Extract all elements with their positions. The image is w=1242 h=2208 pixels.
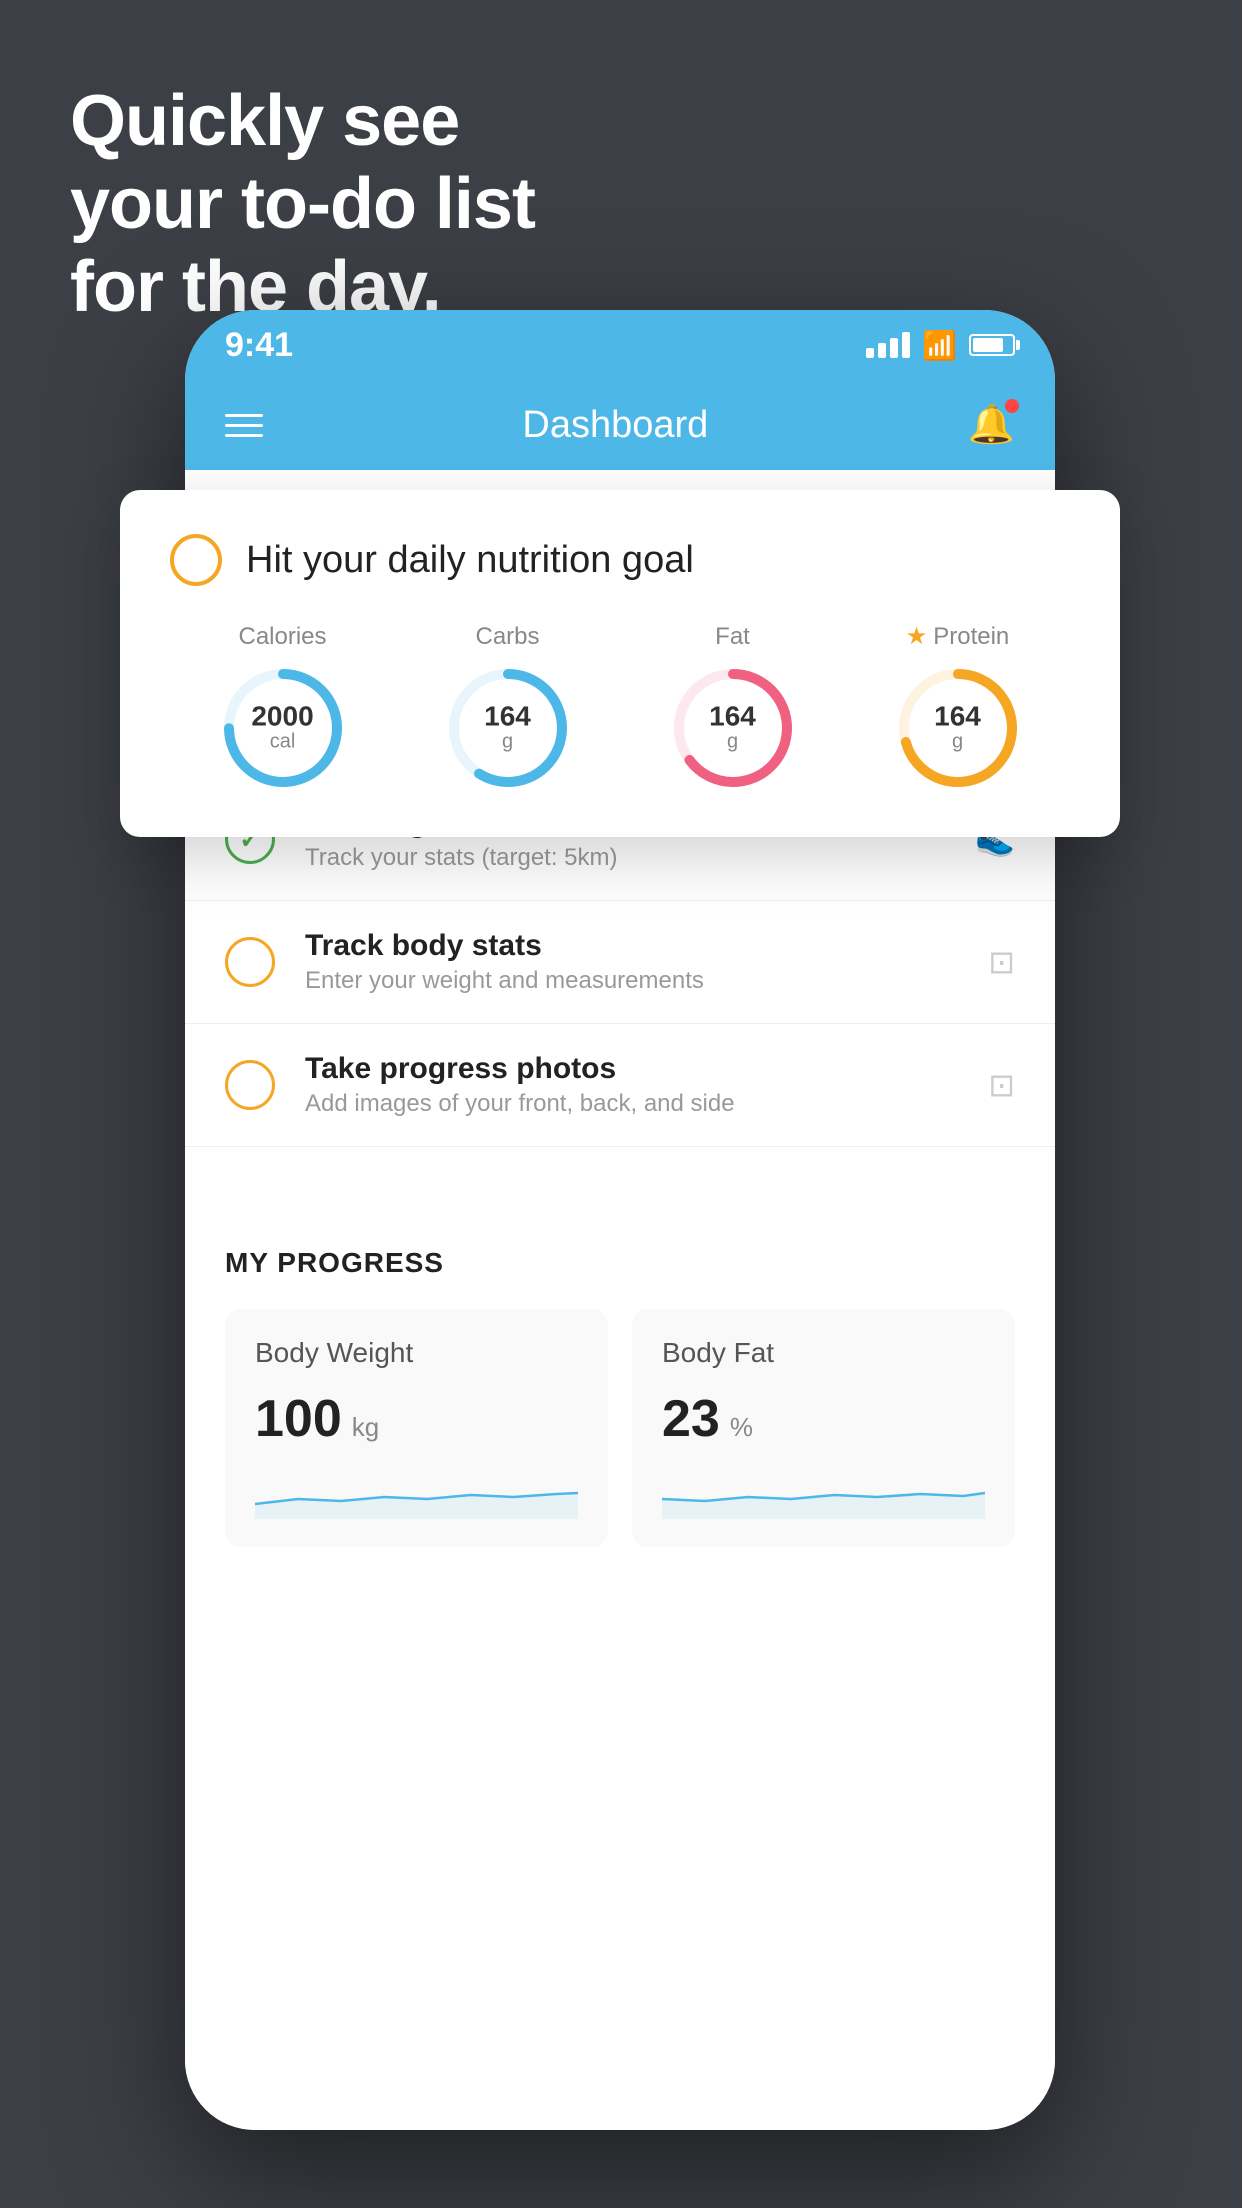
status-bar: 9:41 📶: [185, 310, 1055, 380]
status-icons: 📶: [866, 329, 1015, 362]
status-time: 9:41: [225, 326, 293, 365]
scale-icon: ⊡: [988, 943, 1015, 981]
body-weight-value: 100: [255, 1389, 342, 1449]
notification-dot: [1005, 399, 1019, 413]
todo-item-photos[interactable]: Take progress photos Add images of your …: [185, 1024, 1055, 1147]
carbs-ring: 164 g: [443, 663, 573, 793]
carbs-label: Carbs: [475, 623, 539, 651]
calories-value: 2000 cal: [251, 702, 313, 753]
nutrition-carbs: Carbs 164 g: [443, 623, 573, 793]
body-weight-unit: kg: [352, 1412, 379, 1443]
todo-subtitle-body-stats: Enter your weight and measurements: [305, 967, 958, 995]
body-fat-value-row: 23 %: [662, 1389, 985, 1449]
person-photo-icon: ⊡: [988, 1066, 1015, 1104]
todo-circle-body-stats: [225, 937, 275, 987]
progress-title: MY PROGRESS: [225, 1247, 1015, 1279]
body-fat-unit: %: [730, 1412, 753, 1443]
todo-item-body-stats[interactable]: Track body stats Enter your weight and m…: [185, 901, 1055, 1024]
calories-label: Calories: [238, 623, 326, 651]
body-fat-value: 23: [662, 1389, 720, 1449]
progress-cards: Body Weight 100 kg Body Fat: [225, 1309, 1015, 1547]
nutrition-protein: ★ Protein 164 g: [893, 622, 1023, 793]
body-weight-card[interactable]: Body Weight 100 kg: [225, 1309, 608, 1547]
todo-subtitle-running: Track your stats (target: 5km): [305, 844, 945, 872]
nutrition-card[interactable]: Hit your daily nutrition goal Calories 2…: [120, 490, 1120, 837]
fat-ring: 164 g: [668, 663, 798, 793]
protein-label: ★ Protein: [906, 622, 1010, 651]
body-fat-chart: [662, 1469, 985, 1519]
todo-text-body-stats: Track body stats Enter your weight and m…: [305, 929, 958, 995]
notification-bell-icon[interactable]: 🔔: [968, 403, 1015, 447]
protein-ring: 164 g: [893, 663, 1023, 793]
nutrition-calories: Calories 2000 cal: [218, 623, 348, 793]
wifi-icon: 📶: [922, 329, 957, 362]
nav-bar: Dashboard 🔔: [185, 380, 1055, 470]
body-weight-value-row: 100 kg: [255, 1389, 578, 1449]
fat-label: Fat: [715, 623, 750, 651]
todo-subtitle-photos: Add images of your front, back, and side: [305, 1090, 958, 1118]
todo-title-photos: Take progress photos: [305, 1052, 958, 1086]
todo-title-body-stats: Track body stats: [305, 929, 958, 963]
body-fat-label: Body Fat: [662, 1337, 985, 1369]
nav-title: Dashboard: [522, 404, 708, 447]
protein-value: 164 g: [934, 703, 981, 754]
body-weight-chart: [255, 1469, 578, 1519]
nutrition-card-title: Hit your daily nutrition goal: [246, 539, 694, 582]
nutrition-circle-indicator: [170, 534, 222, 586]
nutrition-fat: Fat 164 g: [668, 623, 798, 793]
body-weight-label: Body Weight: [255, 1337, 578, 1369]
fat-value: 164 g: [709, 702, 756, 753]
body-fat-card[interactable]: Body Fat 23 %: [632, 1309, 1015, 1547]
star-icon: ★: [906, 622, 928, 651]
progress-section: MY PROGRESS Body Weight 100 kg: [185, 1207, 1055, 1577]
hamburger-menu[interactable]: [225, 414, 263, 437]
todo-text-photos: Take progress photos Add images of your …: [305, 1052, 958, 1118]
signal-icon: [866, 332, 910, 358]
hero-text: Quickly see your to-do list for the day.: [70, 80, 535, 328]
nutrition-card-header: Hit your daily nutrition goal: [170, 534, 1070, 586]
calories-ring: 2000 cal: [218, 663, 348, 793]
todo-circle-photos: [225, 1060, 275, 1110]
carbs-value: 164 g: [484, 702, 531, 753]
nutrition-row: Calories 2000 cal Carbs: [170, 622, 1070, 793]
battery-icon: [969, 334, 1015, 356]
